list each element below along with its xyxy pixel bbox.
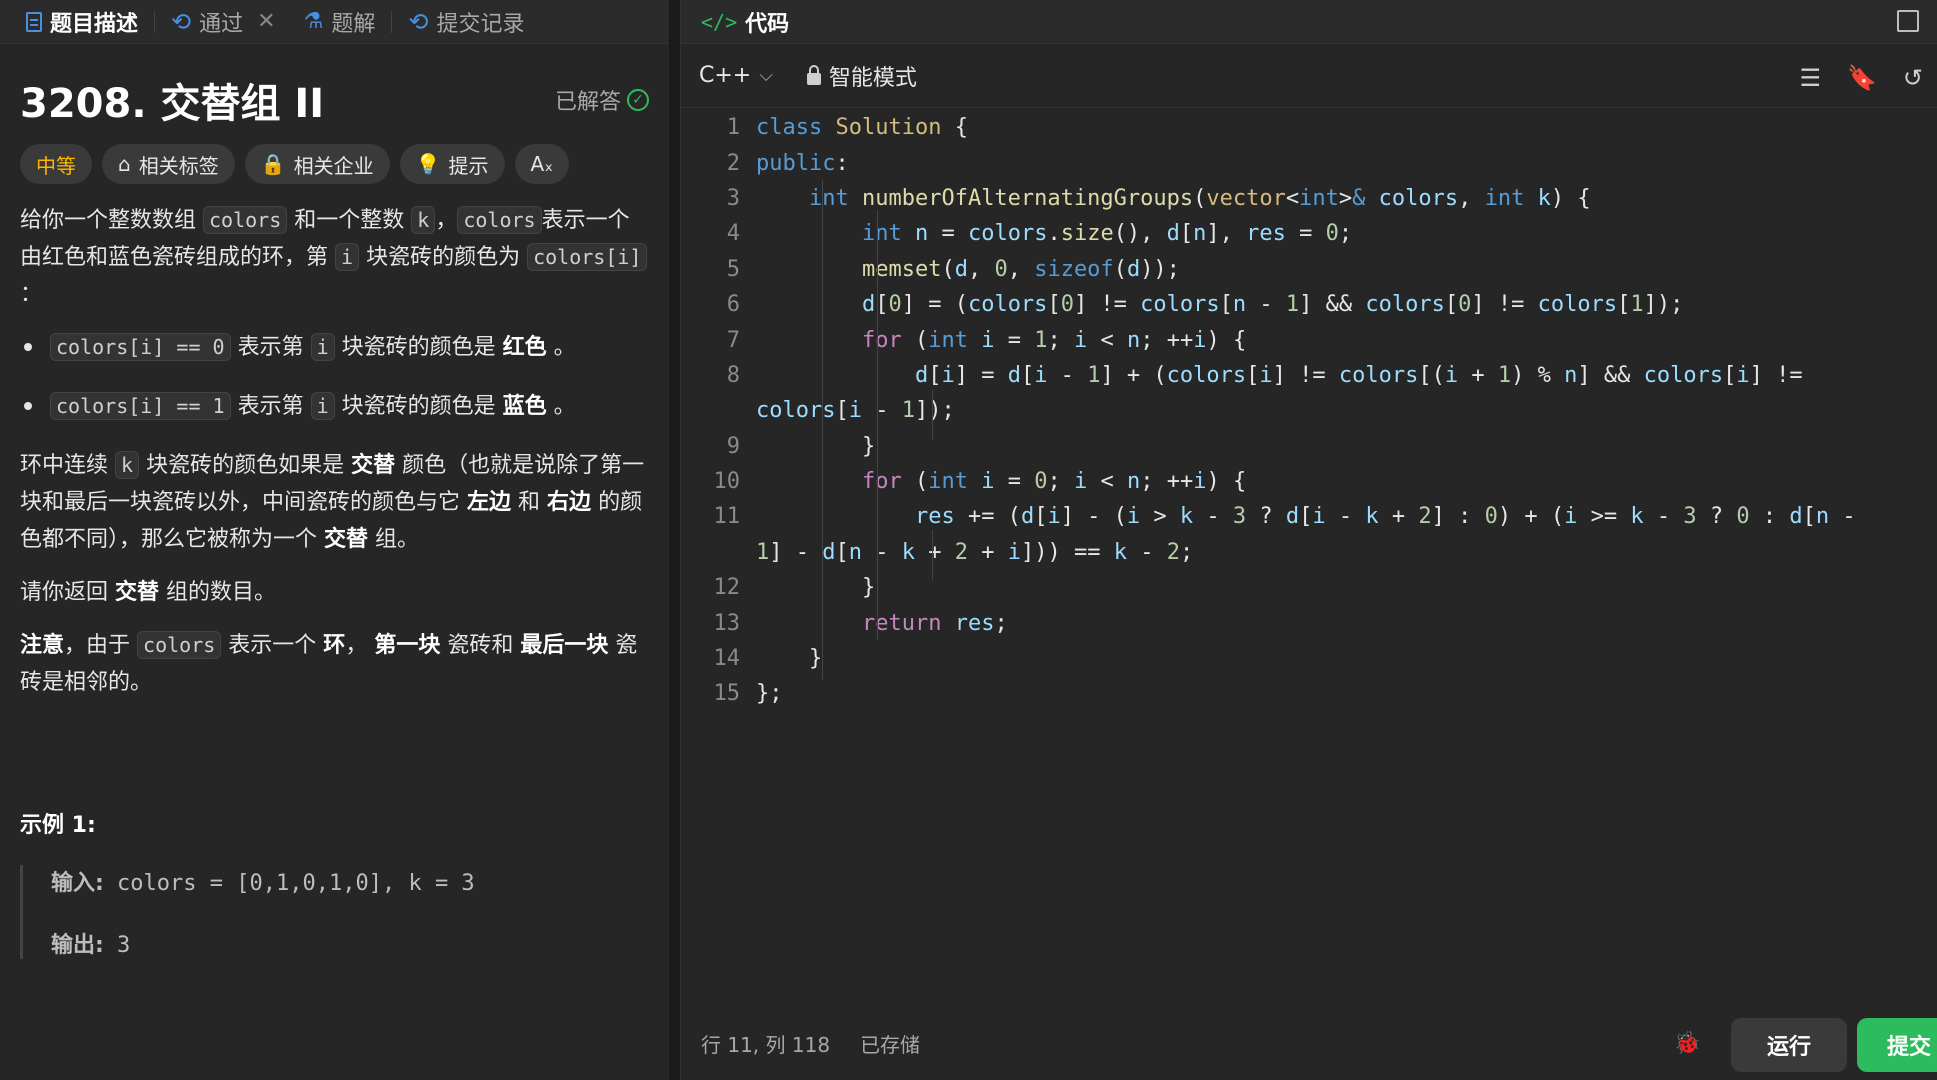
tab-submissions[interactable]: ⟲ 提交记录	[396, 0, 536, 44]
problem-panel: 题目描述 ⟲ 通过 ✕ ⚗ 题解 ⟲ 提交记录 3208. 交替组 II 已解答…	[0, 0, 670, 1080]
problem-description: 给你一个整数数组 colors 和一个整数 k， colors 表示一个由红色和蓝色…	[20, 202, 649, 701]
cursor-position: 行 11, 列 118	[701, 1033, 831, 1057]
description-paragraph: 注意，由于 colors 表示一个 环， 第一块 瓷砖和 最后一块 瓷砖是相邻的…	[20, 631, 638, 695]
example-title: 示例 1:	[20, 813, 96, 838]
code-header: </> 代码	[681, 0, 1937, 44]
indent-guide	[877, 210, 878, 640]
code-line: 3 int numberOfAlternatingGroups(vector<i…	[726, 185, 1591, 211]
flask-icon: ⚗	[303, 9, 324, 34]
reset-icon[interactable]: ↺	[1903, 64, 1923, 92]
save-status: 已存储	[860, 1033, 921, 1057]
code-line: 4 int n = colors.size(), d[n], res = 0;	[726, 221, 1353, 247]
format-icon[interactable]: ☰	[1799, 64, 1821, 92]
hint-label: 提示	[448, 153, 489, 178]
code-line: 10 for (int i = 0; i < n; ++i) {	[713, 469, 1247, 495]
problem-content: 3208. 交替组 II 已解答 ✓ 中等 ⌂ 相关标签 🔒 相关企业 💡 提示…	[0, 70, 669, 959]
example-output: 输出: 3	[51, 933, 131, 958]
code-line: 14 }	[713, 646, 823, 672]
code-line: 1 class Solution {	[726, 115, 968, 141]
solved-label: 已解答	[554, 90, 621, 115]
tab-description[interactable]: 题目描述	[14, 0, 150, 44]
chevron-down-icon: ⌵	[759, 65, 773, 86]
bookmark-icon[interactable]: 🔖	[1847, 64, 1877, 92]
code-line: 15};	[713, 681, 783, 707]
smart-mode-toggle[interactable]: 智能模式	[806, 60, 917, 92]
run-button[interactable]: 运行	[1731, 1018, 1847, 1072]
list-item: colors[i] == 0 表示第 i 块瓷砖的颜色是 红色 。	[20, 329, 649, 366]
editor-toolbar: C++ ⌵ 智能模式	[681, 44, 1937, 108]
lightbulb-icon: 💡	[415, 152, 441, 176]
history-icon: ⟲	[408, 7, 429, 36]
related-companies-button[interactable]: 🔒 相关企业	[244, 144, 390, 184]
related-tags-button[interactable]: ⌂ 相关标签	[102, 144, 235, 184]
language-label: C++	[699, 63, 752, 88]
tab-passed-label: 通过	[199, 11, 244, 37]
code-line: 6 d[0] = (colors[0] != colors[n - 1] && …	[726, 292, 1684, 318]
code-line: 7 for (int i = 1; i < n; ++i) {	[726, 327, 1247, 353]
tab-passed[interactable]: ⟲ 通过 ✕	[159, 0, 288, 44]
code-line: 1] - d[n - k + 2 + i])) == k - 2;	[756, 539, 1194, 565]
tab-solutions[interactable]: ⚗ 题解	[292, 0, 388, 44]
code-line: colors[i - 1]);	[756, 398, 955, 424]
document-icon	[26, 11, 42, 32]
editor-tools: ☰ 🔖 ↺	[1799, 64, 1923, 92]
hint-button[interactable]: 💡 提示	[399, 144, 505, 184]
font-size-button[interactable]: Aₓ	[514, 144, 570, 184]
code-line: 11 res += (d[i] - (i > k - 3 ? d[i - k +…	[713, 504, 1856, 530]
code-line: 13 return res;	[713, 610, 1008, 636]
code-icon: </>	[701, 9, 738, 34]
code-line: 9 }	[726, 433, 876, 459]
related-tags-label: 相关标签	[138, 153, 219, 178]
smart-mode-label: 智能模式	[828, 65, 917, 91]
solved-status: 已解答 ✓	[555, 84, 649, 116]
color-list: colors[i] == 0 表示第 i 块瓷砖的颜色是 红色 。 colors…	[20, 329, 649, 425]
tab-separator	[391, 10, 393, 33]
code-line: 5 memset(d, 0, sizeof(d));	[726, 256, 1180, 282]
lock-icon	[806, 64, 821, 85]
indent-guide	[932, 390, 933, 440]
fullscreen-icon[interactable]	[1897, 10, 1919, 32]
related-companies-label: 相关企业	[293, 153, 374, 178]
left-tab-bar: 题目描述 ⟲ 通过 ✕ ⚗ 题解 ⟲ 提交记录	[0, 0, 669, 44]
tab-solutions-label: 题解	[331, 11, 376, 37]
tag-icon: ⌂	[118, 152, 131, 176]
example-input: 输入: colors = [0,1,0,1,0], k = 3	[51, 871, 475, 896]
description-paragraph: 请你返回 交替 组的数目。	[20, 580, 277, 605]
title-row: 3208. 交替组 II 已解答 ✓	[20, 70, 649, 130]
check-circle-icon: ✓	[627, 89, 649, 111]
code-line: 8 d[i] = d[i - 1] + (colors[i] != colors…	[726, 362, 1803, 388]
code-editor[interactable]: 1 class Solution { 2 public: 3 int numberO…	[681, 110, 1937, 1010]
indent-guide	[932, 530, 933, 580]
example-block: 输入: colors = [0,1,0,1,0], k = 3 输出: 3	[20, 865, 649, 959]
tag-row: 中等 ⌂ 相关标签 🔒 相关企业 💡 提示 Aₓ	[20, 144, 649, 184]
history-icon: ⟲	[171, 7, 192, 36]
tab-submissions-label: 提交记录	[436, 11, 525, 37]
editor-status-bar: 行 11, 列 118 已存储	[701, 1029, 920, 1058]
list-item: colors[i] == 1 表示第 i 块瓷砖的颜色是 蓝色 。	[20, 388, 649, 425]
tab-description-label: 题目描述	[50, 11, 139, 37]
problem-title[interactable]: 3208. 交替组 II	[20, 71, 324, 129]
submit-button[interactable]: 提交	[1857, 1018, 1937, 1072]
code-header-title: 代码	[745, 11, 790, 37]
difficulty-badge: 中等	[20, 144, 92, 184]
debug-icon[interactable]: 🐞	[1674, 1031, 1701, 1056]
indent-guide	[822, 180, 823, 680]
code-line: 12 }	[713, 575, 876, 601]
code-line: 2 public:	[726, 150, 849, 176]
code-panel: </> 代码 C++ ⌵ 智能模式 ☰ 🔖 ↺ 1 class Solution …	[680, 0, 1937, 1080]
tab-separator	[154, 10, 156, 33]
description-paragraph: 给你一个整数数组 colors 和一个整数 k， colors 表示一个由红色和蓝色…	[20, 202, 649, 313]
close-icon[interactable]: ✕	[257, 9, 275, 34]
description-paragraph: 环中连续 k 块瓷砖的颜色如果是 交替 颜色（也就是说除了第一块和最后一块瓷砖以…	[20, 451, 645, 552]
lock-icon: 🔒	[260, 152, 286, 176]
language-select[interactable]: C++ ⌵	[699, 63, 773, 88]
